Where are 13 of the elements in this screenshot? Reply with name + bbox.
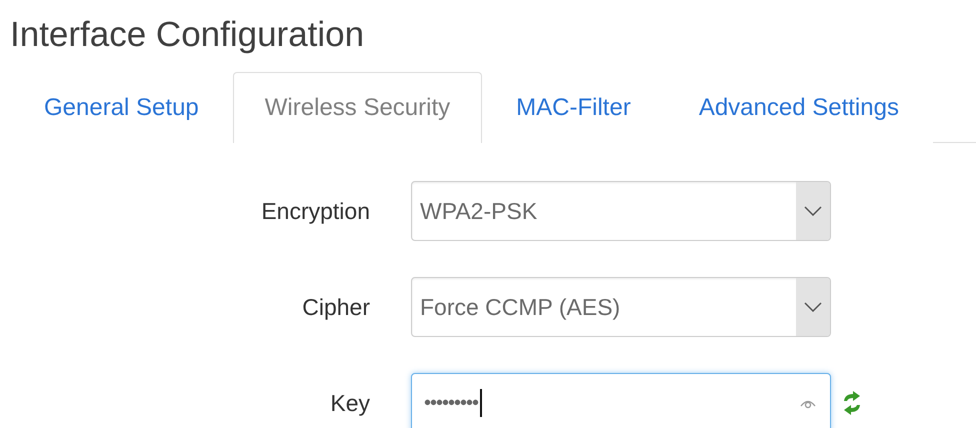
password-field[interactable]: ••••••••• xyxy=(411,373,831,428)
dropdown[interactable]: WPA2-PSK xyxy=(411,181,831,241)
page-title: Interface Configuration xyxy=(9,14,366,56)
field-label: Encryption xyxy=(260,198,370,224)
chevron-down-icon xyxy=(804,206,822,216)
dropdown-value: Force CCMP (AES) xyxy=(419,294,622,320)
chevron-down-icon xyxy=(804,302,822,312)
dropdown-value: WPA2-PSK xyxy=(419,198,538,224)
dropdown[interactable]: Force CCMP (AES) xyxy=(411,277,831,337)
field-label: Cipher xyxy=(301,294,370,320)
field-label: Key xyxy=(329,390,370,416)
refresh-icon[interactable] xyxy=(841,391,863,415)
tab[interactable]: Wireless Security xyxy=(232,72,482,143)
